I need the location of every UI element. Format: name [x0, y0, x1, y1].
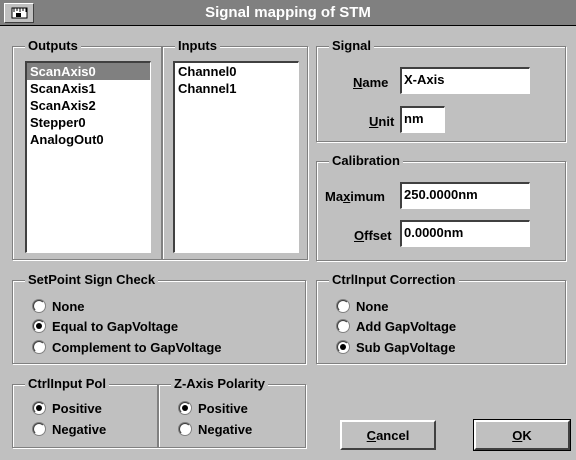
output-item-analogout0[interactable]: AnalogOut0 [27, 131, 150, 148]
ctrlinput-correction-legend: CtrlInput Correction [329, 272, 459, 287]
radio-button-icon [337, 341, 349, 353]
ctrlinput-pol-positive-radio[interactable]: Positive [33, 399, 102, 417]
radio-button-icon [179, 402, 191, 414]
z-axis-polarity-group: Z-Axis Polarity Positive Negative [158, 376, 306, 448]
output-item-stepper0[interactable]: Stepper0 [27, 114, 150, 131]
outputs-group: Outputs ScanAxis0 ScanAxis1 ScanAxis2 St… [12, 38, 162, 260]
z-axis-polarity-legend: Z-Axis Polarity [171, 376, 269, 391]
radio-button-icon [33, 423, 45, 435]
unit-field[interactable]: nm [400, 106, 445, 133]
setpoint-none-radio[interactable]: None [33, 297, 85, 315]
maximum-label: Maximum [325, 189, 385, 204]
radio-button-icon [33, 320, 45, 332]
window-title: Signal mapping of STM [205, 4, 371, 21]
title-bar: Signal mapping of STM [0, 0, 576, 26]
ctrlinput-pol-negative-radio[interactable]: Negative [33, 420, 106, 438]
offset-field[interactable]: 0.0000nm [400, 220, 530, 247]
signal-group: Signal Name X-Axis Unit nm [316, 38, 566, 142]
output-item-scanaxis2[interactable]: ScanAxis2 [27, 97, 150, 114]
inputs-legend: Inputs [175, 38, 220, 53]
ctrlinput-correction-group: CtrlInput Correction None Add GapVoltage… [316, 272, 566, 364]
z-axis-positive-radio[interactable]: Positive [179, 399, 248, 417]
radio-button-icon [337, 300, 349, 312]
signal-legend: Signal [329, 38, 375, 53]
outputs-listbox[interactable]: ScanAxis0 ScanAxis1 ScanAxis2 Stepper0 A… [25, 61, 151, 253]
correction-none-radio[interactable]: None [337, 297, 389, 315]
inputs-group: Inputs Channel0 Channel1 [162, 38, 308, 260]
setpoint-equal-radio[interactable]: Equal to GapVoltage [33, 317, 178, 335]
output-item-scanaxis0[interactable]: ScanAxis0 [27, 63, 150, 80]
cancel-button[interactable]: Cancel [340, 420, 436, 450]
setpoint-legend: SetPoint Sign Check [25, 272, 159, 287]
inputs-listbox[interactable]: Channel0 Channel1 [173, 61, 299, 253]
setpoint-sign-check-group: SetPoint Sign Check None Equal to GapVol… [12, 272, 306, 364]
correction-add-radio[interactable]: Add GapVoltage [337, 317, 456, 335]
maximum-field[interactable]: 250.0000nm [400, 182, 530, 209]
z-axis-negative-radio[interactable]: Negative [179, 420, 252, 438]
radio-button-icon [33, 300, 45, 312]
unit-label: Unit [369, 114, 395, 129]
offset-label: Offset [354, 228, 392, 243]
ctrlinput-pol-legend: CtrlInput Pol [25, 376, 109, 391]
name-label: Name [353, 75, 389, 90]
name-field[interactable]: X-Axis [400, 67, 530, 94]
input-item-channel1[interactable]: Channel1 [175, 80, 298, 97]
correction-sub-radio[interactable]: Sub GapVoltage [337, 338, 455, 356]
setpoint-complement-radio[interactable]: Complement to GapVoltage [33, 338, 222, 356]
calibration-group: Calibration Maximum 250.0000nm Offset 0.… [316, 153, 566, 261]
radio-button-icon [179, 423, 191, 435]
radio-button-icon [33, 402, 45, 414]
calibration-legend: Calibration [329, 153, 403, 168]
ok-button[interactable]: OK [473, 419, 571, 451]
ctrlinput-pol-group: CtrlInput Pol Positive Negative [12, 376, 158, 448]
radio-button-icon [33, 341, 45, 353]
radio-button-icon [337, 320, 349, 332]
input-item-channel0[interactable]: Channel0 [175, 63, 298, 80]
outputs-legend: Outputs [25, 38, 81, 53]
output-item-scanaxis1[interactable]: ScanAxis1 [27, 80, 150, 97]
